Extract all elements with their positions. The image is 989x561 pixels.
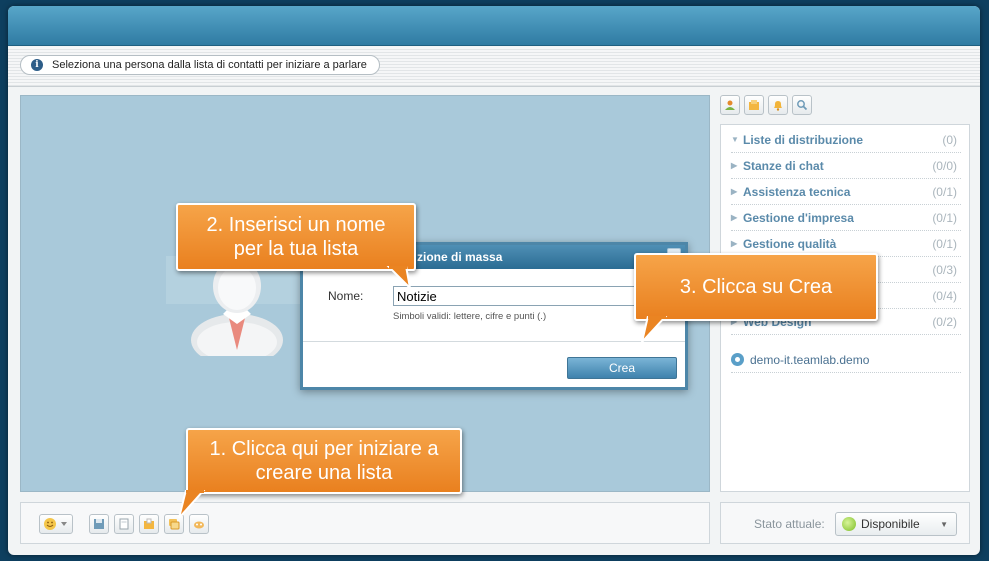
callout-step-1-tail [178,490,206,519]
smiley-icon [44,518,67,530]
name-hint: Simboli validi: lettere, cifre e punti (… [393,311,547,322]
collapsed-arrow-icon: ▶ [731,239,738,248]
expanded-arrow-icon: ▼ [731,135,739,144]
save-icon [94,519,104,529]
chevron-down-icon: ▼ [940,519,948,529]
create-button[interactable]: Crea [567,357,677,379]
send-file-button[interactable] [139,514,159,534]
status-label: Stato attuale: [754,517,825,531]
emoticons-button[interactable] [39,514,73,534]
gear-icon [731,353,744,366]
search-contacts-button[interactable] [792,95,812,115]
add-contact-button[interactable] [720,95,740,115]
group-count: (0/1) [932,210,957,225]
callout-step-1: 1. Clicca qui per iniziare a creare una … [186,428,462,494]
status-bar: Stato attuale: Disponibile ▼ [720,502,970,544]
contacts-toolbar [720,95,970,121]
dialog-body: Nome: Simboli validi: lettere, cifre e p… [303,269,685,363]
group-count: (0/3) [932,262,957,277]
group-count: (0) [942,132,957,147]
group-label: Gestione qualità [743,236,837,251]
collapsed-arrow-icon: ▶ [731,187,738,196]
folder-icon [749,100,759,110]
group-row[interactable]: ▶ Assistenza tecnica (0/1) [731,179,961,205]
group-count: (0/1) [932,184,957,199]
server-label: demo-it.teamlab.demo [750,352,870,367]
collapsed-arrow-icon: ▶ [731,213,738,222]
group-row[interactable]: ▶ Gestione d'impresa (0/1) [731,205,961,231]
collapsed-arrow-icon: ▶ [731,161,738,170]
info-message: i Seleziona una persona dalla lista di c… [20,55,380,75]
callout-step-3: 3. Clicca su Crea [634,253,878,321]
status-value: Disponibile [861,517,920,531]
status-dropdown[interactable]: Disponibile ▼ [835,512,957,536]
info-strip: i Seleziona una persona dalla lista di c… [8,47,980,87]
chat-toolbar [20,502,710,544]
user-icon [725,100,735,110]
name-label: Nome: [328,289,364,303]
available-status-icon [842,517,856,531]
callout-step-3-tail [640,316,668,344]
callout-step-2-text: 2. Inserisci un nome per la tua lista [206,214,386,260]
notifications-button[interactable] [768,95,788,115]
group-count: (0/1) [932,236,957,251]
callout-step-2-tail [386,266,412,290]
info-message-text: Seleziona una persona dalla lista di con… [52,59,367,71]
contact-groups-button[interactable] [744,95,764,115]
group-label: Assistenza tecnica [743,184,851,199]
group-label: Stanze di chat [743,158,824,173]
document-icon [119,518,129,530]
group-count: (0/2) [932,314,957,329]
title-bar [8,6,980,46]
callout-step-1-text: 1. Clicca qui per iniziare a creare una … [209,438,439,484]
save-history-button[interactable] [89,514,109,534]
callout-step-2: 2. Inserisci un nome per la tua lista [176,203,416,271]
server-row[interactable]: demo-it.teamlab.demo [731,347,961,373]
group-label: Gestione d'impresa [743,210,854,225]
dialog-divider [303,341,685,342]
group-label: Liste di distribuzione [743,132,864,147]
callout-step-3-text: 3. Clicca su Crea [679,276,833,298]
file-icon [144,518,154,529]
bell-icon [774,101,782,111]
info-icon: i [31,59,43,71]
clear-chat-button[interactable] [114,514,134,534]
group-count: (0/0) [932,158,957,173]
group-count: (0/4) [932,288,957,303]
group-row[interactable]: ▶ Stanze di chat (0/0) [731,153,961,179]
search-icon [797,100,808,111]
group-row[interactable]: ▼ Liste di distribuzione (0) [731,127,961,153]
